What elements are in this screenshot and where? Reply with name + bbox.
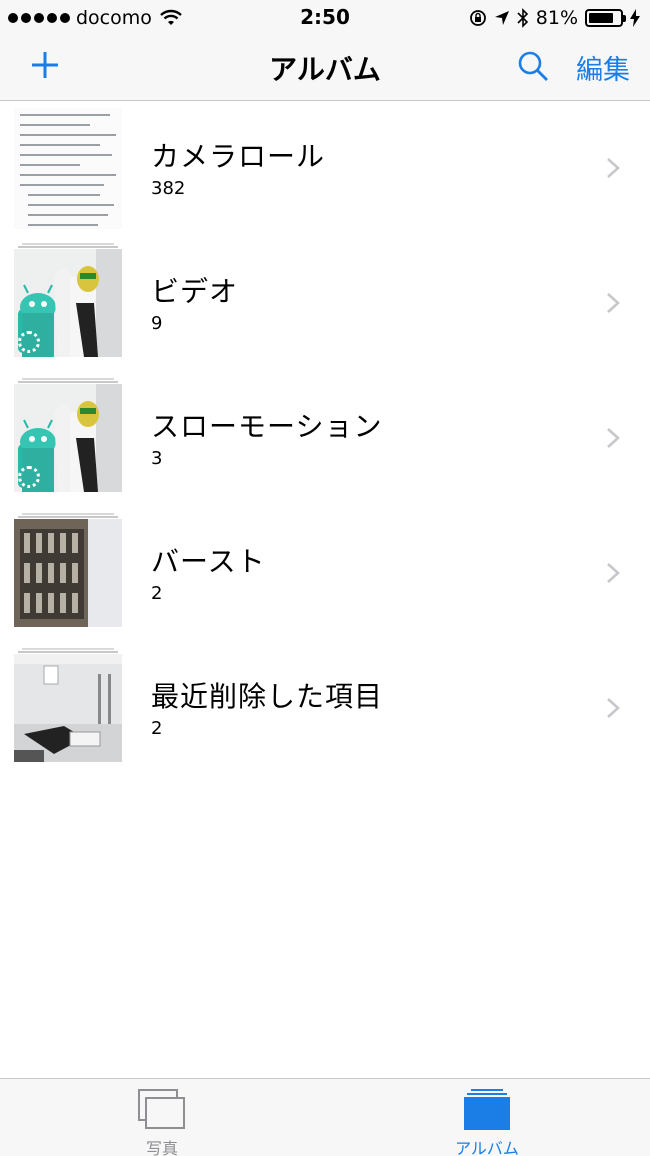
chevron-right-icon bbox=[607, 293, 620, 313]
status-right: 81% bbox=[469, 6, 640, 30]
page-title: アルバム bbox=[269, 53, 381, 86]
album-thumbnail bbox=[14, 378, 122, 492]
photos-tab-icon bbox=[138, 1089, 185, 1129]
album-count: 2 bbox=[151, 583, 163, 604]
album-count: 9 bbox=[151, 313, 163, 334]
tab-photos[interactable]: 写真 bbox=[62, 1079, 262, 1156]
bluetooth-icon bbox=[517, 8, 528, 28]
tab-label: 写真 bbox=[145, 1139, 178, 1156]
navigation-bar: アルバム 編集 bbox=[0, 36, 650, 101]
document-thumbnail-image bbox=[14, 108, 122, 229]
album-row-camera-roll[interactable]: カメラロール 382 bbox=[0, 101, 650, 236]
album-thumbnail bbox=[14, 648, 122, 762]
tab-label: アルバム bbox=[455, 1139, 519, 1156]
album-thumbnail bbox=[14, 243, 122, 357]
album-name: スローモーション bbox=[151, 410, 383, 443]
albums-tab-icon bbox=[464, 1089, 510, 1130]
album-count: 3 bbox=[151, 448, 163, 469]
album-row-videos[interactable]: ビデオ 9 bbox=[0, 236, 650, 371]
album-row-recently-deleted[interactable]: 最近削除した項目 2 bbox=[0, 641, 650, 776]
album-name: ビデオ bbox=[151, 275, 239, 308]
robot-mascot-photo bbox=[14, 384, 122, 492]
loading-indicator-icon bbox=[18, 331, 40, 353]
album-name: バースト bbox=[151, 545, 266, 578]
rotation-lock-icon bbox=[469, 10, 486, 26]
album-thumbnail bbox=[14, 108, 122, 229]
chevron-right-icon bbox=[607, 428, 620, 448]
chevron-right-icon bbox=[607, 158, 620, 178]
building-photo bbox=[14, 519, 122, 627]
chevron-right-icon bbox=[607, 563, 620, 583]
album-name: カメラロール bbox=[151, 140, 326, 173]
battery-icon bbox=[585, 9, 626, 27]
robot-mascot-photo bbox=[14, 249, 122, 357]
tab-albums[interactable]: アルバム bbox=[387, 1079, 587, 1156]
album-thumbnail bbox=[14, 513, 122, 627]
charging-bolt-icon bbox=[630, 9, 640, 27]
edit-button[interactable]: 編集 bbox=[576, 48, 630, 87]
album-count: 2 bbox=[151, 718, 163, 739]
album-row-burst[interactable]: バースト 2 bbox=[0, 506, 650, 641]
status-bar: docomo 2:50 81% bbox=[0, 0, 650, 36]
loading-indicator-icon bbox=[18, 466, 40, 488]
chevron-right-icon bbox=[607, 698, 620, 718]
battery-percent: 81% bbox=[535, 7, 578, 29]
album-name: 最近削除した項目 bbox=[151, 680, 384, 713]
location-arrow-icon bbox=[494, 11, 509, 25]
office-photo bbox=[14, 654, 122, 762]
album-row-slow-motion[interactable]: スローモーション 3 bbox=[0, 371, 650, 506]
search-icon[interactable] bbox=[516, 49, 550, 83]
tab-bar: 写真 アルバム bbox=[0, 1078, 650, 1156]
album-count: 382 bbox=[151, 178, 186, 199]
